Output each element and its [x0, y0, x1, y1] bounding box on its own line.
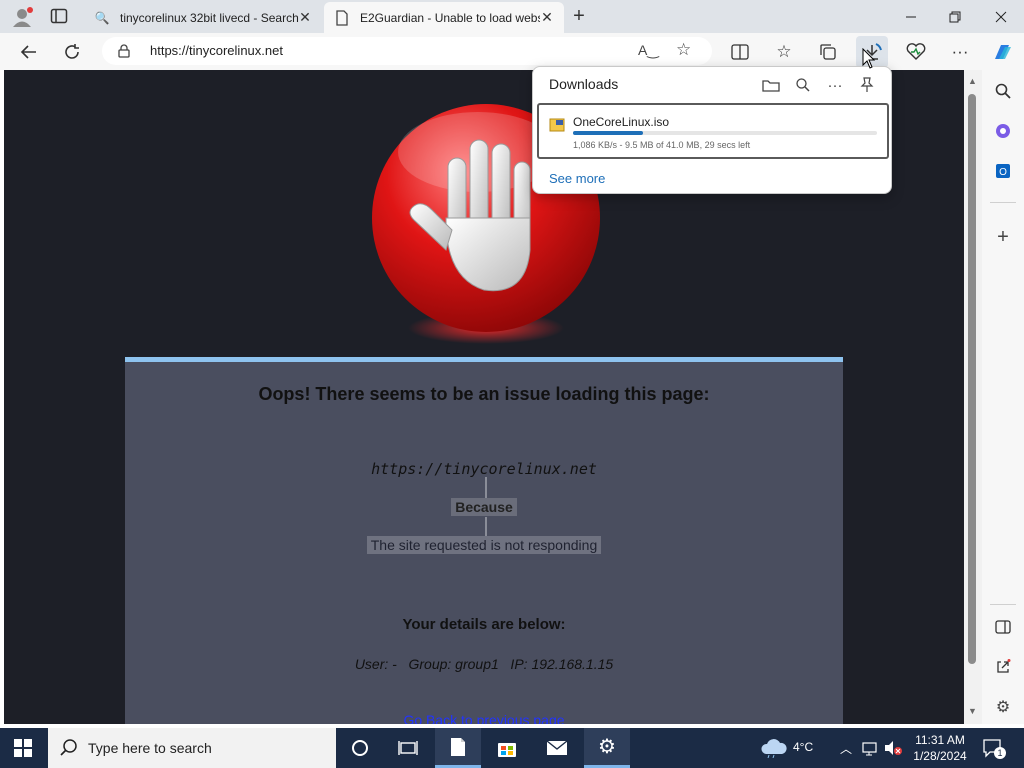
svg-text:O: O: [999, 167, 1007, 178]
read-aloud-icon[interactable]: A‿: [638, 42, 659, 59]
iso-file-icon: [549, 117, 565, 138]
divider: [990, 604, 1016, 605]
search-icon[interactable]: [990, 78, 1016, 104]
download-file-name[interactable]: OneCoreLinux.iso: [573, 115, 669, 129]
tab-title: tinycorelinux 32bit livecd - Search: [120, 10, 299, 25]
address-bar[interactable]: https://tinycorelinux.net A‿ ☆: [102, 37, 712, 65]
close-window-button[interactable]: [978, 0, 1024, 33]
lock-icon[interactable]: [118, 44, 130, 63]
task-view-icon[interactable]: [385, 728, 431, 768]
mouse-cursor-icon: [862, 47, 876, 75]
taskbar-search-box[interactable]: Type here to search: [48, 728, 336, 768]
downloads-panel: Downloads ··· OneCoreLinux.iso 1,086 KB/…: [532, 66, 892, 194]
collections-icon[interactable]: [812, 36, 844, 68]
back-button[interactable]: [12, 36, 44, 68]
clock-time: 11:31 AM: [915, 733, 965, 747]
error-card: Oops! There seems to be an issue loading…: [125, 357, 843, 724]
scroll-down-arrow[interactable]: ▼: [968, 706, 977, 716]
scroll-up-arrow[interactable]: ▲: [968, 76, 977, 86]
restore-button[interactable]: [932, 0, 978, 33]
error-heading: Oops! There seems to be an issue loading…: [258, 384, 710, 404]
profile-icon[interactable]: [10, 6, 34, 28]
temperature[interactable]: 4°C: [793, 740, 813, 754]
reason-text: The site requested is not responding: [366, 536, 602, 554]
details-heading: Your details are below:: [402, 616, 566, 633]
divider: [485, 477, 487, 499]
vertical-scrollbar[interactable]: ▲ ▼: [964, 70, 982, 724]
new-tab-button[interactable]: +: [568, 6, 590, 28]
because-label-wrapper: Because: [125, 498, 843, 516]
cortana-icon[interactable]: [337, 728, 383, 768]
download-progress-fill: [573, 131, 643, 135]
user-details: User: - Group: group1 IP: 192.168.1.15: [354, 656, 614, 672]
close-tab-icon[interactable]: ✕: [540, 10, 554, 24]
because-label: Because: [451, 498, 517, 516]
pin-icon[interactable]: [855, 73, 879, 97]
right-sidebar: O + ⚙: [982, 70, 1024, 724]
download-item[interactable]: OneCoreLinux.iso 1,086 KB/s - 9.5 MB of …: [537, 103, 889, 159]
search-icon: 🔍: [94, 10, 110, 25]
network-icon[interactable]: [862, 740, 880, 761]
copilot-icon[interactable]: [986, 36, 1018, 68]
url-text[interactable]: https://tinycorelinux.net: [150, 43, 283, 58]
search-icon: [60, 739, 78, 762]
open-folder-icon[interactable]: [759, 73, 783, 97]
blocked-url: https://tinycorelinux.net: [371, 460, 597, 478]
copilot-apps-icon[interactable]: [990, 118, 1016, 144]
external-link-icon[interactable]: [990, 654, 1016, 680]
clock-date: 1/28/2024: [913, 749, 967, 763]
more-options-icon[interactable]: ···: [823, 73, 847, 97]
settings-gear-icon[interactable]: ⚙: [990, 694, 1016, 720]
microsoft-store-icon[interactable]: [484, 728, 530, 768]
mail-icon[interactable]: [534, 728, 580, 768]
more-options-icon[interactable]: ···: [944, 36, 976, 68]
scrollbar-thumb[interactable]: [968, 94, 976, 664]
outlook-icon[interactable]: O: [990, 158, 1016, 184]
taskbar-search-placeholder[interactable]: Type here to search: [88, 740, 212, 756]
go-back-link[interactable]: Go Back to previous page: [125, 712, 843, 724]
notification-center-icon[interactable]: 1: [982, 737, 1006, 759]
show-hidden-icons-chevron-icon[interactable]: ︿: [840, 740, 852, 757]
clock[interactable]: 11:31 AM 1/28/2024: [908, 732, 972, 764]
tab-e2guardian[interactable]: E2Guardian - Unable to load website ✕: [324, 2, 564, 33]
page-icon: [334, 9, 350, 26]
tab-bar: 🔍 tinycorelinux 32bit livecd - Search ✕ …: [0, 0, 1024, 33]
sidebar-toggle-icon[interactable]: [990, 614, 1016, 640]
volume-muted-icon[interactable]: [884, 740, 902, 761]
tab-search[interactable]: 🔍 tinycorelinux 32bit livecd - Search ✕: [84, 2, 322, 33]
minimize-button[interactable]: [888, 0, 934, 33]
tab-title: E2Guardian - Unable to load website: [360, 10, 540, 25]
weather-cloud-icon[interactable]: [760, 738, 788, 763]
taskbar: Type here to search ⚙ 4°C ︿ 11:31 AM 1/2…: [0, 728, 1024, 768]
browser-essentials-icon[interactable]: [900, 36, 932, 68]
close-tab-icon[interactable]: ✕: [298, 10, 312, 24]
search-downloads-icon[interactable]: [791, 73, 815, 97]
split-screen-icon[interactable]: [724, 36, 756, 68]
notepad-icon[interactable]: [435, 728, 481, 768]
tab-actions-icon[interactable]: [50, 8, 68, 24]
divider: [990, 202, 1016, 203]
start-windows-icon[interactable]: [0, 728, 46, 768]
favorites-icon[interactable]: ☆: [768, 36, 800, 68]
download-progress-bar: [573, 131, 877, 135]
downloads-title: Downloads: [549, 76, 619, 92]
settings-gear-icon[interactable]: ⚙: [584, 728, 630, 768]
refresh-button[interactable]: [56, 36, 88, 68]
favorite-star-icon[interactable]: ☆: [676, 40, 691, 60]
download-status: 1,086 KB/s - 9.5 MB of 41.0 MB, 29 secs …: [573, 140, 751, 150]
see-more-link[interactable]: See more: [549, 171, 605, 186]
add-icon[interactable]: +: [990, 224, 1016, 250]
notification-count: 1: [994, 747, 1006, 759]
reason-wrapper: The site requested is not responding: [125, 536, 843, 554]
